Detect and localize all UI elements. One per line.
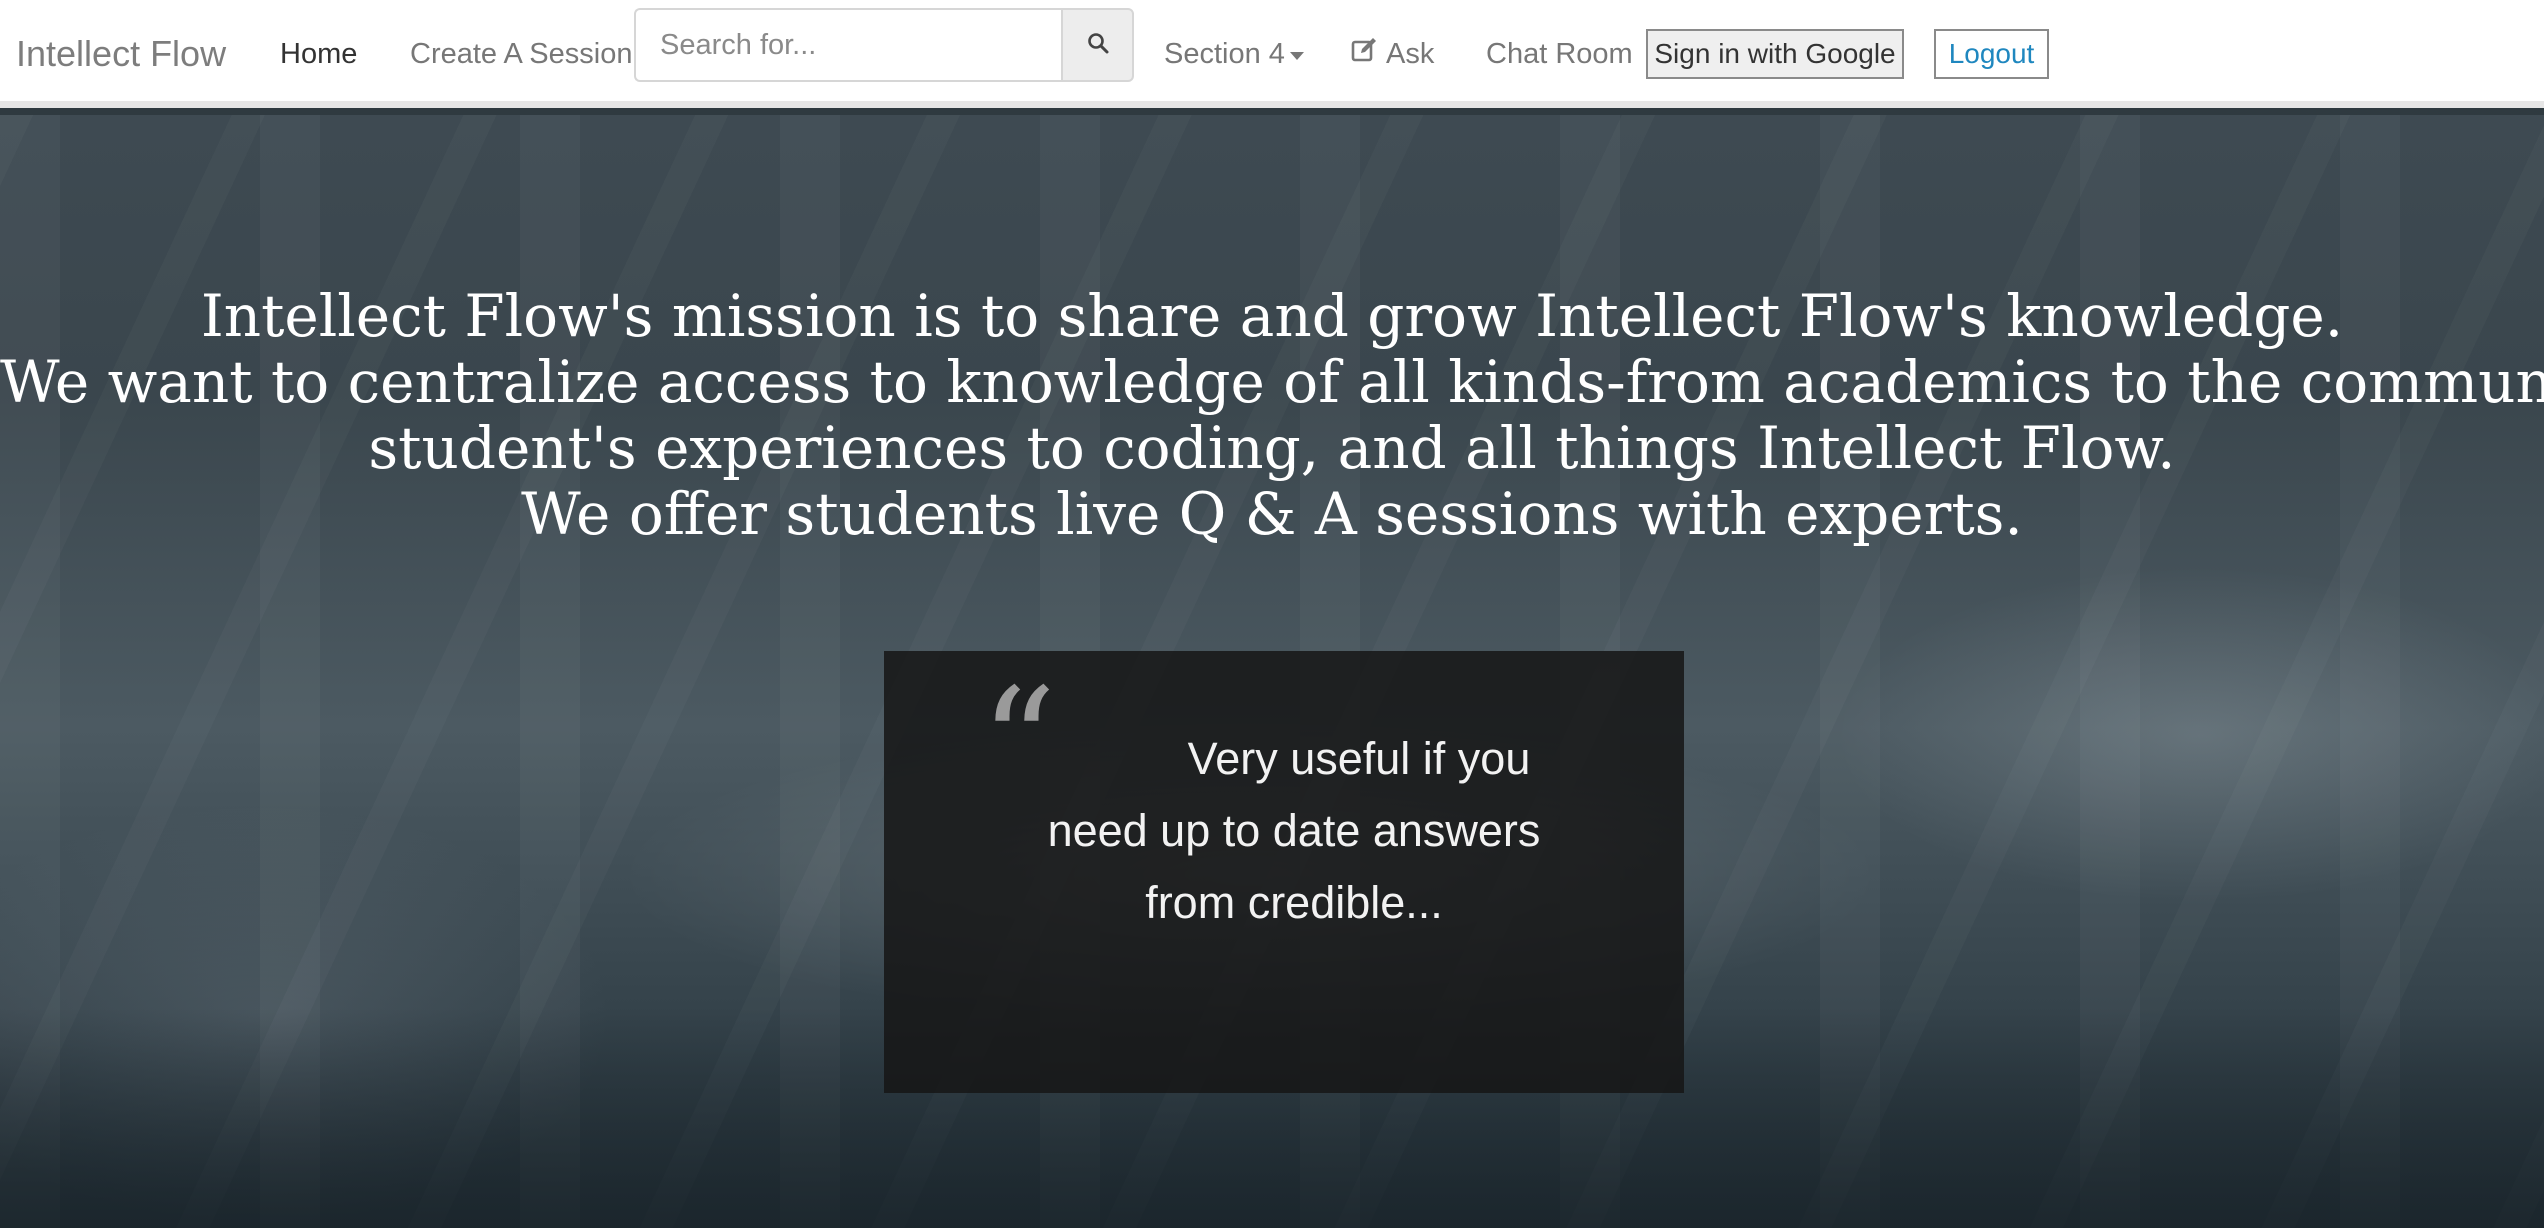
mission-line: We want to centralize access to knowledg… (0, 348, 2544, 416)
mission-line: We offer students live Q & A sessions wi… (521, 480, 2023, 548)
edit-icon (1350, 36, 1386, 72)
mission-statement: Intellect Flow's mission is to share and… (0, 283, 2544, 547)
search-icon (1086, 31, 1110, 60)
caret-down-icon (1289, 52, 1304, 60)
logout-button[interactable]: Logout (1934, 29, 2049, 79)
nav-chat-room-link[interactable]: Chat Room (1486, 0, 1633, 108)
mission-line: student's experiences to coding, and all… (368, 414, 2176, 482)
search-form (634, 8, 1134, 82)
nav-ask-label: Ask (1386, 37, 1435, 70)
navbar: Intellect Flow Home Create A Session Sec… (0, 0, 2544, 108)
testimonial-card: “ Very useful if you need up to date ans… (884, 651, 1684, 1093)
brand-link[interactable]: Intellect Flow (16, 0, 226, 108)
sign-in-google-button[interactable]: Sign in with Google (1646, 29, 1904, 79)
nav-ask-link[interactable]: Ask (1350, 0, 1434, 108)
nav-section-dropdown[interactable]: Section 4 (1164, 0, 1304, 108)
nav-section-label: Section 4 (1164, 37, 1285, 70)
nav-home-link[interactable]: Home (280, 0, 357, 108)
mission-line: Intellect Flow's mission is to share and… (200, 282, 2344, 350)
hero-section: Intellect Flow's mission is to share and… (0, 115, 2544, 1228)
nav-create-session-link[interactable]: Create A Session (410, 0, 632, 108)
search-button[interactable] (1061, 8, 1134, 82)
search-input[interactable] (634, 8, 1061, 82)
testimonial-text: Very useful if you need up to date answe… (1047, 733, 1541, 928)
